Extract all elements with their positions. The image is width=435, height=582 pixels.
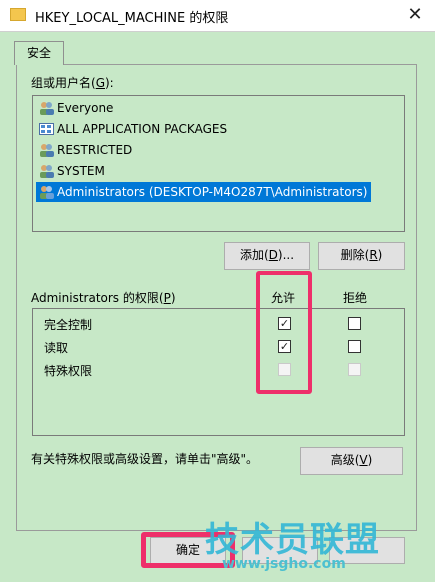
- list-item-label: ALL APPLICATION PACKAGES: [57, 122, 228, 136]
- window-title: HKEY_LOCAL_MACHINE 的权限: [35, 11, 229, 26]
- allow-column-highlight: [256, 271, 312, 394]
- title-bar: HKEY_LOCAL_MACHINE 的权限 ✕: [0, 0, 435, 32]
- users-icon: [40, 165, 54, 178]
- groups-label: 组或用户名(G):: [31, 76, 114, 90]
- folder-icon: [10, 8, 26, 21]
- users-icon: [40, 144, 54, 157]
- remove-button[interactable]: 删除(R): [318, 242, 405, 270]
- deny-special-checkbox: [348, 363, 361, 376]
- list-item-restricted[interactable]: RESTRICTED: [36, 140, 136, 160]
- add-button[interactable]: 添加(D)...: [224, 242, 310, 270]
- watermark-url: www.jsgho.com: [222, 556, 346, 572]
- users-icon: [40, 186, 54, 199]
- advanced-note: 有关特殊权限或高级设置，请单击"高级"。: [31, 452, 259, 466]
- list-item-label: RESTRICTED: [57, 143, 133, 157]
- list-item-label: Administrators (DESKTOP-M4O287T\Administ…: [57, 185, 368, 199]
- packages-icon: [39, 123, 54, 135]
- permission-row-full-control: 完全控制: [44, 318, 93, 332]
- close-button[interactable]: ✕: [402, 2, 428, 28]
- users-icon: [40, 102, 54, 115]
- permission-row-read: 读取: [44, 341, 69, 355]
- groups-listbox[interactable]: Everyone ALL APPLICATION PACKAGES RESTRI…: [32, 95, 405, 232]
- deny-column-header: 拒绝: [343, 291, 368, 305]
- watermark-logo: 技术员联盟: [205, 520, 380, 560]
- list-item-system[interactable]: SYSTEM: [36, 161, 109, 181]
- tab-security[interactable]: 安全: [14, 41, 64, 65]
- deny-full-control-checkbox[interactable]: [348, 317, 361, 330]
- permissions-label: Administrators 的权限(P): [31, 291, 176, 305]
- list-item-label: Everyone: [57, 101, 114, 115]
- advanced-button[interactable]: 高级(V): [300, 447, 403, 475]
- list-item-label: SYSTEM: [57, 164, 105, 178]
- list-item-administrators[interactable]: Administrators (DESKTOP-M4O287T\Administ…: [36, 182, 372, 202]
- list-item-everyone[interactable]: Everyone: [36, 98, 117, 118]
- permission-row-special: 特殊权限: [44, 364, 93, 378]
- list-item-all-application-packages[interactable]: ALL APPLICATION PACKAGES: [36, 119, 231, 139]
- deny-read-checkbox[interactable]: [348, 340, 361, 353]
